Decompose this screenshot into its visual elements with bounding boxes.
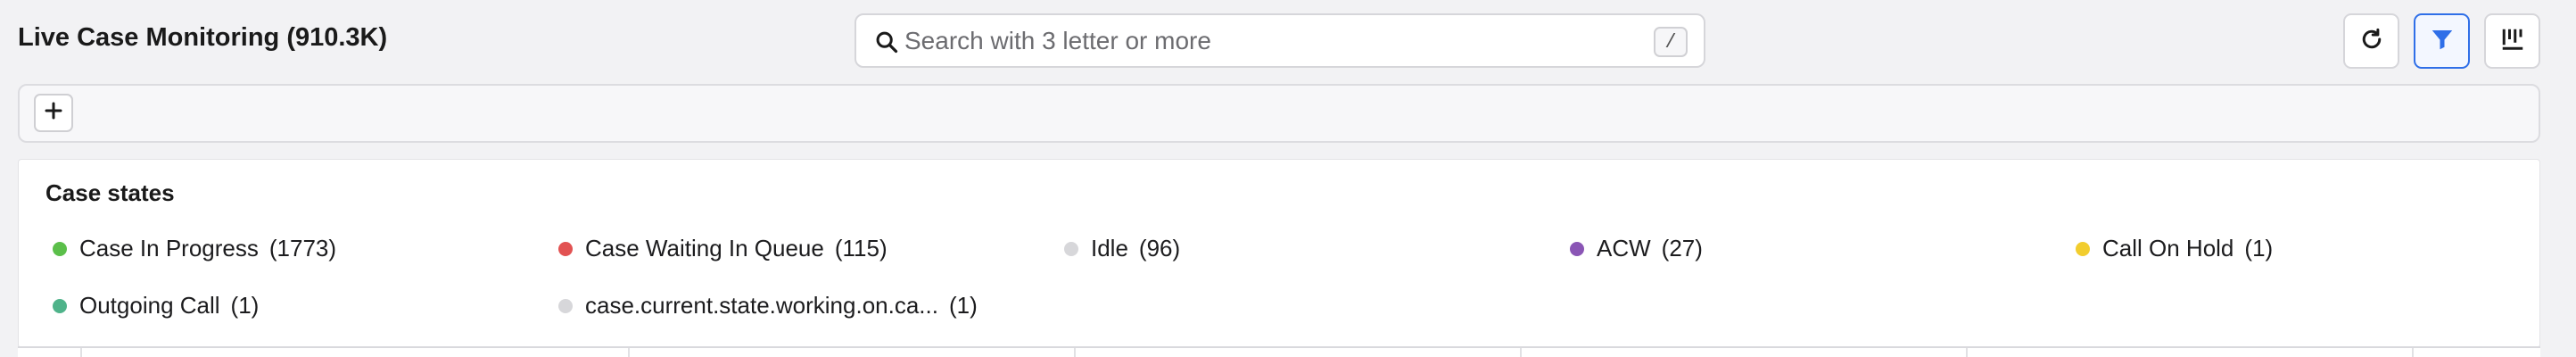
column-divider — [1520, 348, 1522, 357]
case-states-title: Case states — [45, 179, 175, 206]
search-icon — [874, 29, 899, 54]
column-divider — [628, 348, 630, 357]
page-title: Live Case Monitoring (910.3K) — [18, 23, 388, 52]
legend-count: (115) — [834, 235, 888, 262]
column-settings-icon — [2499, 26, 2526, 57]
legend-count: (1) — [2244, 235, 2274, 262]
status-dot — [558, 298, 573, 313]
column-divider — [1966, 348, 1968, 357]
legend-label: case.current.state.working.on.ca... — [585, 292, 938, 319]
filter-button[interactable] — [2414, 13, 2470, 69]
legend-label: Case In Progress — [79, 235, 259, 262]
refresh-icon — [2358, 26, 2385, 57]
live-case-monitoring-page: Live Case Monitoring (910.3K) / — [0, 0, 2576, 357]
legend-label: Outgoing Call — [79, 292, 220, 319]
legend-count: (96) — [1138, 235, 1181, 262]
legend-item-case-in-progress[interactable]: Case In Progress (1773) — [53, 235, 336, 262]
status-dot — [558, 241, 573, 256]
legend-count: (27) — [1661, 235, 1703, 262]
column-settings-button[interactable] — [2484, 13, 2540, 69]
status-dot — [53, 241, 67, 256]
keyboard-shortcut-badge: / — [1654, 27, 1688, 57]
legend-count: (1773) — [268, 235, 337, 262]
legend-label: Call On Hold — [2102, 235, 2234, 262]
legend-label: ACW — [1597, 235, 1651, 262]
legend-label: Idle — [1091, 235, 1128, 262]
case-states-panel: Case states Case In Progress (1773) Case… — [18, 159, 2540, 348]
refresh-button[interactable] — [2343, 13, 2399, 69]
legend-item-idle[interactable]: Idle (96) — [1064, 235, 1180, 262]
filter-bar — [18, 84, 2540, 143]
add-filter-button[interactable] — [34, 94, 73, 132]
status-dot — [2076, 241, 2090, 256]
filter-icon — [2429, 26, 2456, 57]
status-dot — [1570, 241, 1584, 256]
legend-item-acw[interactable]: ACW (27) — [1570, 235, 1703, 262]
legend-item-call-on-hold[interactable]: Call On Hold (1) — [2076, 235, 2273, 262]
column-divider — [2412, 348, 2414, 357]
status-dot — [1064, 241, 1078, 256]
column-divider — [1074, 348, 1076, 357]
plus-icon — [43, 100, 64, 126]
table-header-edge — [18, 346, 2540, 357]
column-divider — [80, 348, 82, 357]
search-input[interactable] — [904, 24, 1582, 58]
legend-count: (1) — [230, 292, 260, 319]
search-box[interactable]: / — [855, 13, 1705, 68]
legend-label: Case Waiting In Queue — [585, 235, 824, 262]
legend-item-working-on-case[interactable]: case.current.state.working.on.ca... (1) — [558, 292, 978, 320]
legend-count: (1) — [948, 292, 978, 319]
legend-item-case-waiting-in-queue[interactable]: Case Waiting In Queue (115) — [558, 235, 888, 262]
status-dot — [53, 298, 67, 313]
legend-item-outgoing-call[interactable]: Outgoing Call (1) — [53, 292, 259, 320]
